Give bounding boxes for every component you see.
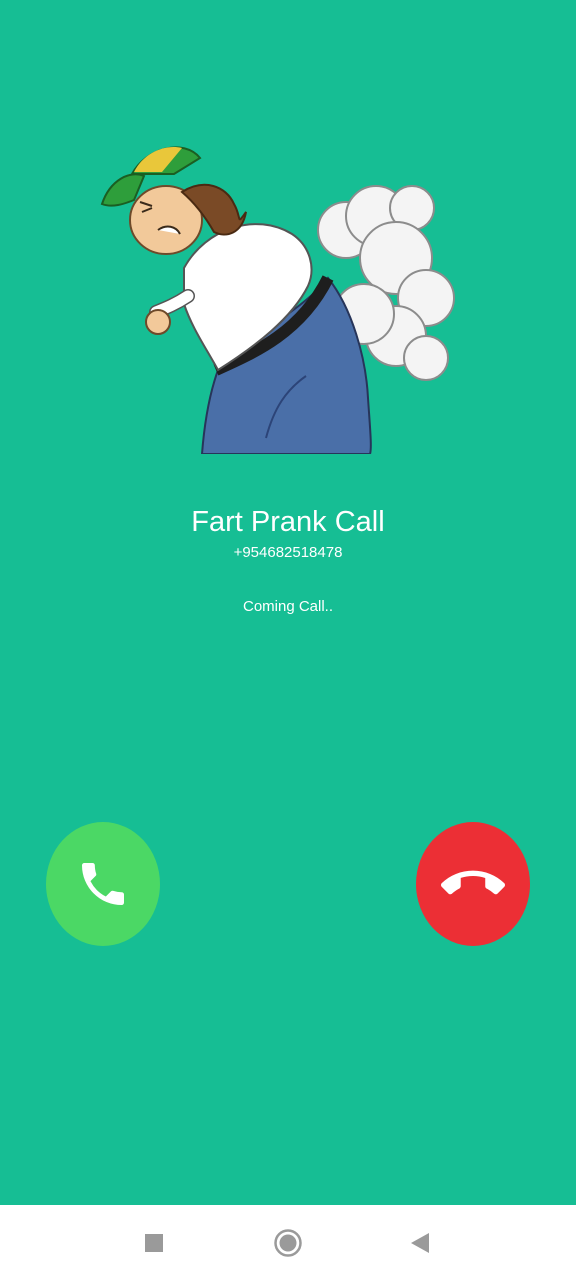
caller-image (100, 146, 455, 454)
caller-number: +954682518478 (233, 544, 343, 561)
back-button[interactable] (390, 1205, 450, 1280)
phone-hangup-icon (441, 870, 505, 895)
incoming-call-screen: Fart Prank Call +954682518478 Coming Cal… (0, 0, 576, 1205)
circle-icon (274, 1228, 302, 1257)
system-navigation-bar (0, 1205, 576, 1280)
caller-name: Fart Prank Call (191, 506, 385, 538)
triangle-back-icon (411, 1232, 429, 1253)
phone-icon (82, 863, 124, 905)
square-icon (145, 1233, 163, 1252)
accept-call-button[interactable] (46, 822, 160, 946)
decline-call-button[interactable] (416, 822, 530, 946)
home-button[interactable] (258, 1205, 318, 1280)
recents-button[interactable] (124, 1205, 184, 1280)
call-status: Coming Call.. (242, 598, 334, 615)
